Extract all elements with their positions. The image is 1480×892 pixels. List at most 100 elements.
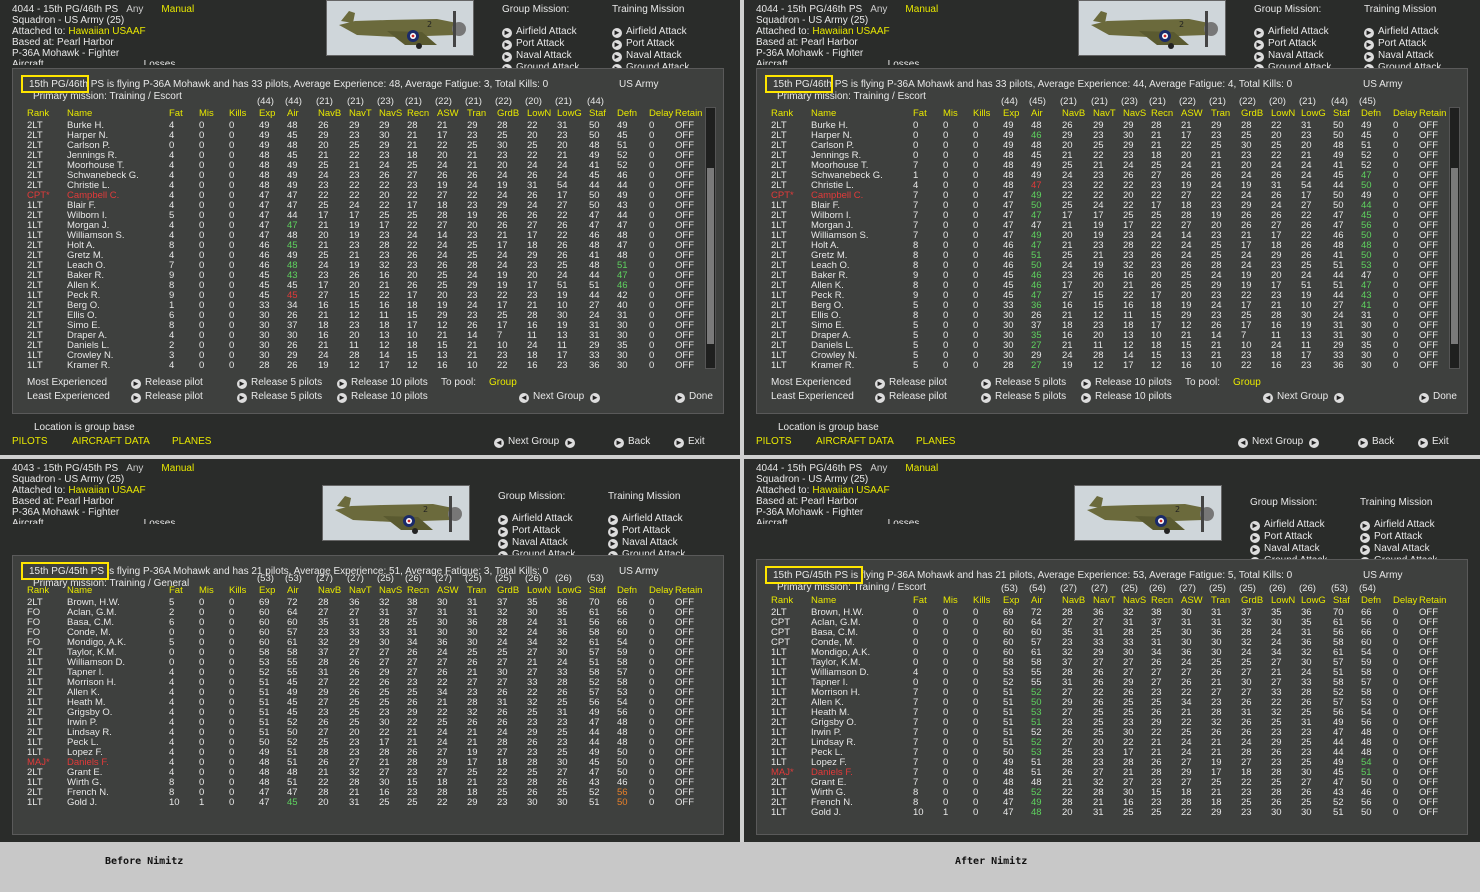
column-header[interactable]: NavB — [1062, 596, 1085, 606]
column-header[interactable]: Fat — [169, 109, 183, 119]
column-header[interactable]: Rank — [771, 596, 793, 606]
tab-planes[interactable]: PLANES — [916, 436, 955, 447]
tab-aircraft-data[interactable]: AIRCRAFT DATA — [72, 436, 150, 447]
tab-aircraft-data[interactable]: AIRCRAFT DATA — [816, 436, 894, 447]
column-header[interactable]: Name — [811, 109, 836, 119]
training-mission-option[interactable]: ► Naval Attack — [608, 537, 685, 549]
column-header[interactable]: ASW — [1181, 109, 1203, 119]
exit-button[interactable]: ► Exit — [674, 436, 705, 448]
column-header[interactable]: Retain — [675, 586, 702, 596]
column-header[interactable]: Name — [67, 109, 92, 119]
column-header[interactable]: NavB — [318, 586, 341, 596]
column-header[interactable]: Recn — [1151, 109, 1173, 119]
column-header[interactable]: Tran — [1211, 109, 1230, 119]
exit-button[interactable]: ► Exit — [1418, 436, 1449, 448]
release5-button[interactable]: ► Release 5 pilots — [981, 377, 1066, 389]
training-mission-option[interactable]: ► Naval Attack — [1364, 50, 1441, 62]
column-header[interactable]: LowN — [527, 586, 551, 596]
attached-link[interactable]: Hawaiian USAAF — [812, 26, 889, 37]
column-header[interactable]: GrdB — [497, 109, 519, 119]
group-mission-option[interactable]: ► Naval Attack — [502, 50, 579, 62]
manual-toggle[interactable]: Manual — [905, 463, 938, 474]
column-header[interactable]: Retain — [1419, 109, 1446, 119]
tab-planes[interactable]: PLANES — [172, 436, 211, 447]
manual-toggle[interactable]: Manual — [905, 4, 938, 15]
column-header[interactable]: GrdB — [1241, 596, 1263, 606]
column-header[interactable]: NavS — [379, 109, 402, 119]
release5-button[interactable]: ► Release 5 pilots — [981, 391, 1066, 403]
column-header[interactable]: Retain — [1419, 596, 1446, 606]
group-mission-option[interactable]: ► Port Attack — [1250, 531, 1327, 543]
next-group-button[interactable]: ◄ Next Group ► — [1238, 436, 1323, 448]
column-header[interactable]: Defn — [617, 586, 637, 596]
column-header[interactable]: GrdB — [1241, 109, 1263, 119]
training-mission-option[interactable]: ► Port Attack — [612, 38, 689, 50]
column-header[interactable]: Kills — [973, 109, 990, 119]
column-header[interactable]: Mis — [943, 596, 958, 606]
column-header[interactable]: Defn — [617, 109, 637, 119]
group-mission-option[interactable]: ► Port Attack — [1254, 38, 1331, 50]
group-mission-option[interactable]: ► Airfield Attack — [1250, 519, 1327, 531]
back-button[interactable]: ► Back — [614, 436, 650, 448]
column-header[interactable]: Recn — [407, 586, 429, 596]
column-header[interactable]: ASW — [1181, 596, 1203, 606]
group-mission-option[interactable]: ► Port Attack — [498, 525, 575, 537]
group-mission-option[interactable]: ► Naval Attack — [1250, 543, 1327, 555]
release10-button[interactable]: ► Release 10 pilots — [1081, 391, 1172, 403]
group-mission-option[interactable]: ► Airfield Attack — [502, 26, 579, 38]
group-mission-option[interactable]: ► Airfield Attack — [498, 513, 575, 525]
column-header[interactable]: Delay — [649, 109, 673, 119]
column-header[interactable]: Kills — [229, 586, 246, 596]
training-mission-option[interactable]: ► Airfield Attack — [612, 26, 689, 38]
column-header[interactable]: ASW — [437, 586, 459, 596]
column-header[interactable]: LowN — [1271, 109, 1295, 119]
column-header[interactable]: NavS — [1123, 109, 1146, 119]
column-header[interactable]: Mis — [943, 109, 958, 119]
manual-toggle[interactable]: Manual — [161, 4, 194, 15]
next-group-button[interactable]: ◄ Next Group ► — [494, 436, 579, 448]
release10-button[interactable]: ► Release 10 pilots — [337, 391, 428, 403]
training-mission-option[interactable]: ► Naval Attack — [612, 50, 689, 62]
column-header[interactable]: NavB — [318, 109, 341, 119]
column-header[interactable]: NavT — [349, 109, 372, 119]
training-mission-option[interactable]: ► Port Attack — [608, 525, 685, 537]
attached-link[interactable]: Hawaiian USAAF — [68, 26, 145, 37]
column-header[interactable]: NavT — [1093, 596, 1116, 606]
column-header[interactable]: Recn — [407, 109, 429, 119]
column-header[interactable]: LowN — [527, 109, 551, 119]
column-header[interactable]: Staf — [1333, 109, 1350, 119]
column-header[interactable]: Name — [67, 586, 92, 596]
attached-link[interactable]: Hawaiian USAAF — [812, 485, 889, 496]
column-header[interactable]: Exp — [259, 109, 275, 119]
column-header[interactable]: Delay — [649, 586, 673, 596]
training-mission-option[interactable]: ► Airfield Attack — [1364, 26, 1441, 38]
column-header[interactable]: Exp — [259, 586, 275, 596]
column-header[interactable]: Staf — [589, 586, 606, 596]
column-header[interactable]: Kills — [229, 109, 246, 119]
column-header[interactable]: Recn — [1151, 596, 1173, 606]
release10-button[interactable]: ► Release 10 pilots — [1081, 377, 1172, 389]
column-header[interactable]: Retain — [675, 109, 702, 119]
column-header[interactable]: NavS — [379, 586, 402, 596]
training-mission-option[interactable]: ► Port Attack — [1360, 531, 1437, 543]
column-header[interactable]: Rank — [27, 109, 49, 119]
release5-button[interactable]: ► Release 5 pilots — [237, 377, 322, 389]
pool-select[interactable]: Group — [489, 377, 517, 388]
column-header[interactable]: Delay — [1393, 596, 1417, 606]
column-header[interactable]: Fat — [913, 596, 927, 606]
column-header[interactable]: LowG — [1301, 109, 1326, 119]
column-header[interactable]: LowG — [557, 109, 582, 119]
column-header[interactable]: Mis — [199, 109, 214, 119]
release1-button[interactable]: ► Release pilot — [131, 377, 203, 389]
column-header[interactable]: LowG — [1301, 596, 1326, 606]
next-group-button[interactable]: ◄ Next Group ► — [1263, 391, 1348, 403]
release1-button[interactable]: ► Release pilot — [875, 377, 947, 389]
column-header[interactable]: Name — [811, 596, 836, 606]
done-button[interactable]: ► Done — [675, 391, 713, 403]
column-header[interactable]: Defn — [1361, 596, 1381, 606]
column-header[interactable]: LowG — [557, 586, 582, 596]
training-mission-option[interactable]: ► Airfield Attack — [1360, 519, 1437, 531]
column-header[interactable]: GrdB — [497, 586, 519, 596]
training-mission-option[interactable]: ► Port Attack — [1364, 38, 1441, 50]
column-header[interactable]: Mis — [199, 586, 214, 596]
